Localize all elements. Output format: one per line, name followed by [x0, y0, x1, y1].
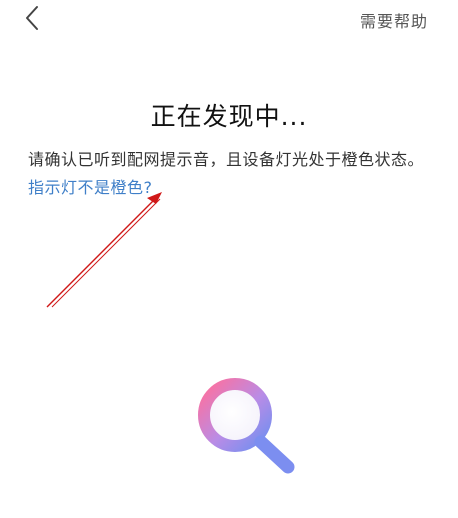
- magnifier-search-icon: [198, 378, 295, 474]
- help-link[interactable]: 需要帮助: [360, 8, 428, 32]
- top-bar: 需要帮助: [0, 0, 458, 40]
- instruction-text: 请确认已听到配网提示音，且设备灯光处于橙色状态。: [28, 150, 425, 169]
- indicator-not-orange-link[interactable]: 指示灯不是橙色?: [28, 178, 153, 197]
- page-title: 正在发现中...: [150, 102, 308, 131]
- instruction-text-block: 请确认已听到配网提示音，且设备灯光处于橙色状态。指示灯不是橙色?: [28, 146, 432, 202]
- back-chevron-icon[interactable]: [20, 4, 48, 32]
